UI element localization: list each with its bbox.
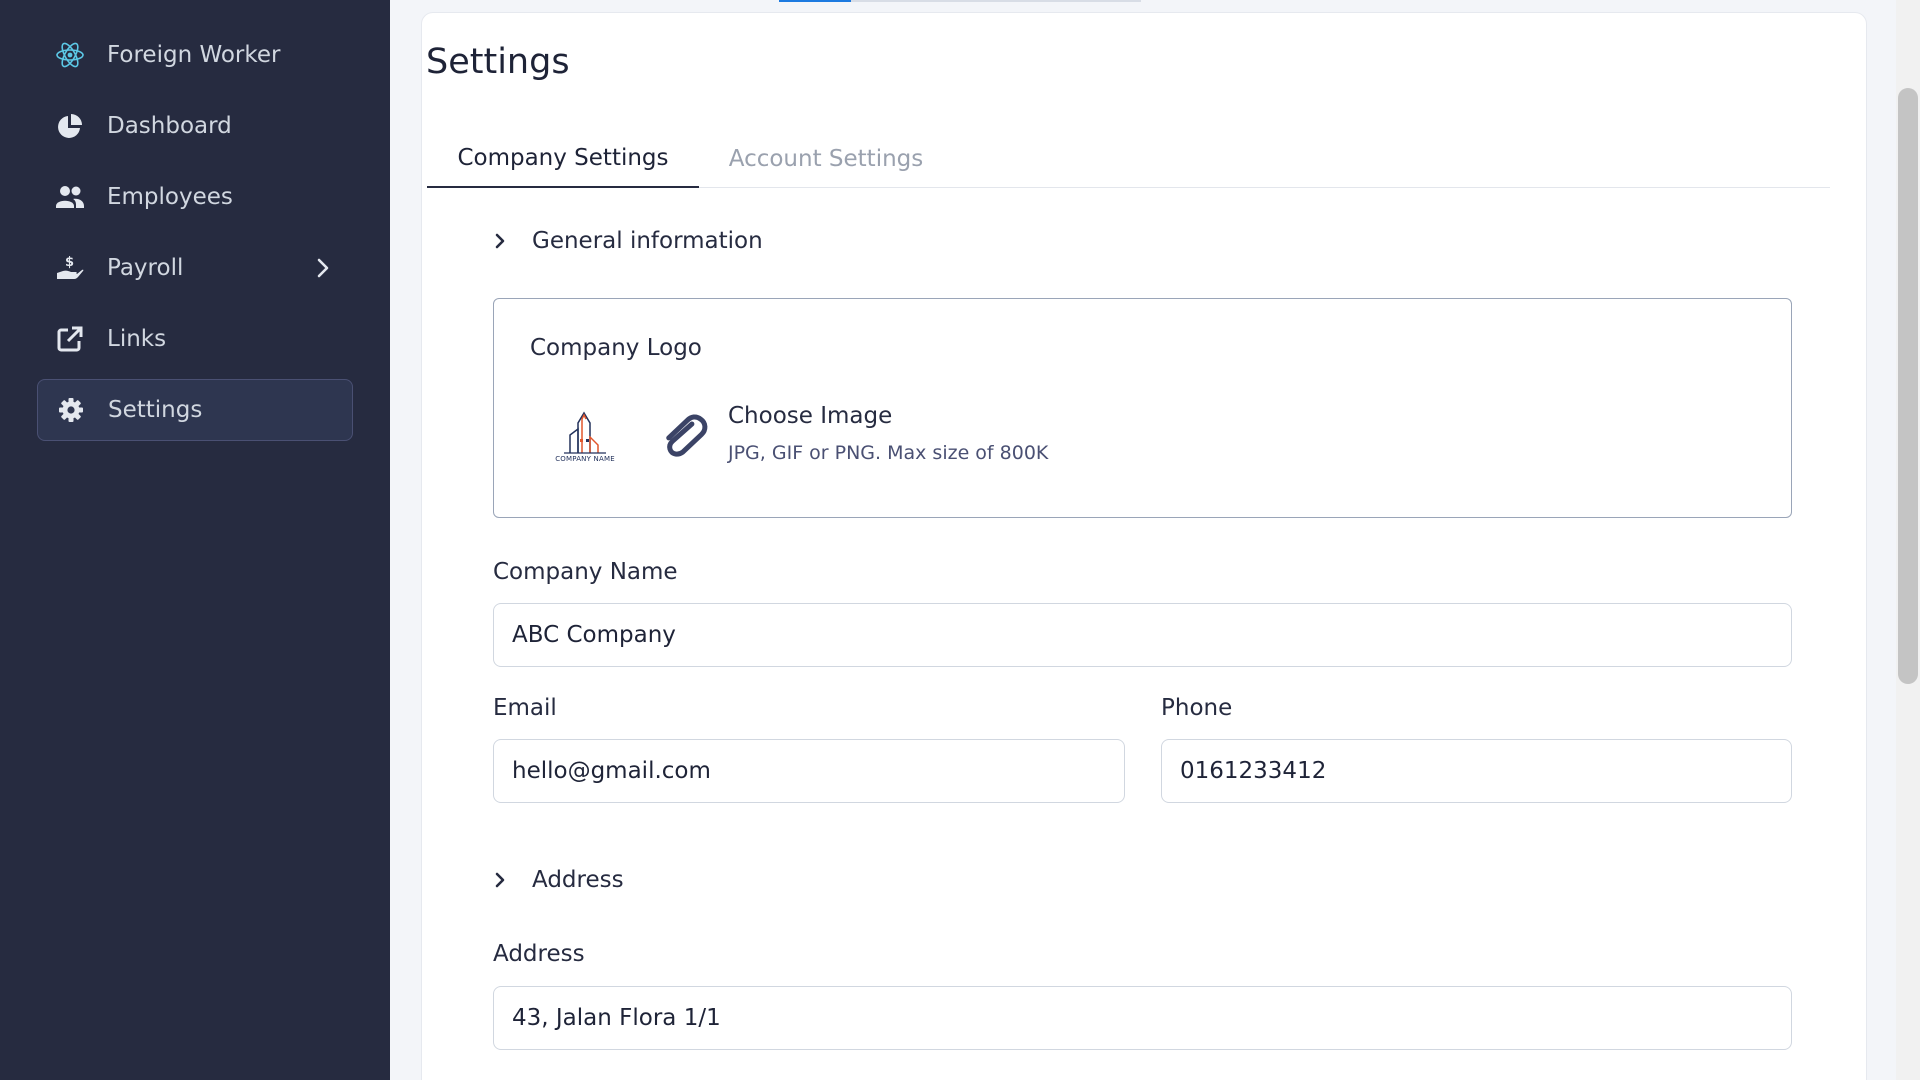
company-logo-thumbnail: COMPANY NAME [548, 409, 622, 465]
tab-account-settings[interactable]: Account Settings [699, 130, 953, 188]
company-logo-label: Company Logo [530, 335, 702, 361]
sidebar-item-dashboard[interactable]: Dashboard [37, 95, 353, 157]
sidebar-item-employees[interactable]: Employees [37, 166, 353, 228]
pie-chart-icon [54, 110, 86, 142]
sidebar-item-label: Employees [107, 184, 233, 210]
address-label: Address [493, 941, 585, 967]
gear-icon [55, 394, 87, 426]
page-scrollbar[interactable] [1896, 0, 1920, 1080]
sidebar-brand[interactable]: Foreign Worker [37, 24, 353, 86]
top-tabstrip [779, 0, 1141, 2]
sidebar: Foreign Worker Dashboard Employees $ Pay… [0, 0, 390, 1080]
company-name-input[interactable]: ABC Company [493, 603, 1792, 667]
sidebar-item-payroll[interactable]: $ Payroll [37, 237, 353, 299]
phone-label: Phone [1161, 695, 1233, 721]
chevron-right-icon [490, 231, 510, 251]
address-toggle[interactable]: Address [490, 867, 624, 893]
image-hint: JPG, GIF or PNG. Max size of 800K [728, 442, 1049, 464]
section-label: Address [532, 867, 624, 893]
sidebar-item-label: Dashboard [107, 113, 232, 139]
react-atom-icon [54, 39, 86, 71]
chevron-right-icon [490, 870, 510, 890]
settings-tabs: Company Settings Account Settings [427, 130, 1830, 188]
logo-caption: COMPANY NAME [555, 455, 615, 463]
external-link-icon [54, 323, 86, 355]
hand-dollar-icon: $ [54, 252, 86, 284]
company-name-label: Company Name [493, 559, 678, 585]
chevron-right-icon[interactable] [311, 256, 335, 280]
email-label: Email [493, 695, 557, 721]
scrollbar-thumb[interactable] [1898, 88, 1918, 684]
address-input[interactable]: 43, Jalan Flora 1/1 [493, 986, 1792, 1050]
email-input[interactable]: hello@gmail.com [493, 739, 1125, 803]
paperclip-icon[interactable] [660, 409, 708, 465]
phone-input[interactable]: 0161233412 [1161, 739, 1792, 803]
sidebar-item-settings[interactable]: Settings [37, 379, 353, 441]
tab-company-settings[interactable]: Company Settings [427, 130, 699, 188]
company-logo-box: Company Logo COMPANY NAME Choose Image J… [493, 298, 1792, 518]
page-title: Settings [426, 42, 570, 82]
users-icon [54, 181, 86, 213]
sidebar-item-label: Payroll [107, 255, 184, 281]
choose-image-button[interactable]: Choose Image [728, 403, 892, 429]
sidebar-item-links[interactable]: Links [37, 308, 353, 370]
sidebar-item-label: Links [107, 326, 167, 352]
section-label: General information [532, 228, 763, 254]
sidebar-brand-label: Foreign Worker [107, 42, 281, 68]
svg-text:$: $ [65, 255, 74, 270]
general-information-toggle[interactable]: General information [490, 228, 763, 254]
sidebar-item-label: Settings [108, 397, 203, 423]
